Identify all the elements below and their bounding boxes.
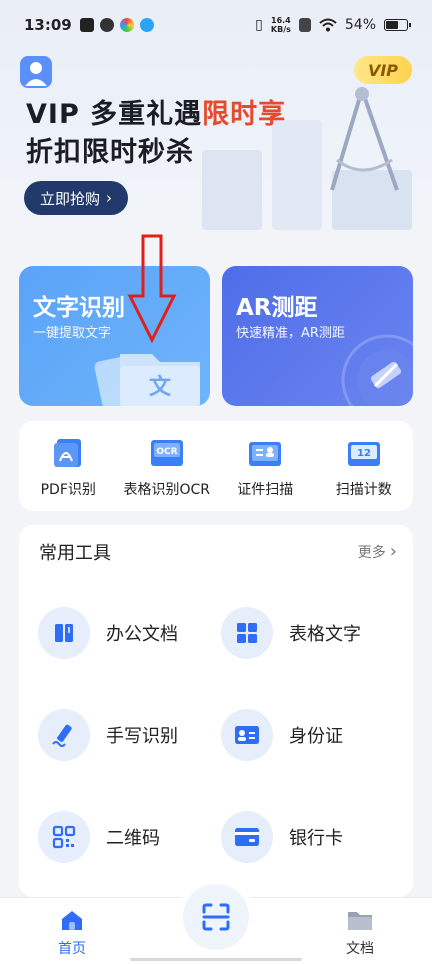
scan-icon xyxy=(202,903,230,931)
tool-qr-code[interactable]: 二维码 xyxy=(38,811,160,863)
user-avatar[interactable] xyxy=(20,56,52,88)
nav-tab-home[interactable]: 首页 xyxy=(50,908,94,958)
count-scan-icon: 12 xyxy=(347,442,380,466)
nav-label: 文档 xyxy=(346,941,374,957)
folder-icon xyxy=(348,912,372,930)
svg-text:OCR: OCR xyxy=(156,447,177,457)
quick-tool-label: 证件扫描 xyxy=(237,482,294,498)
app-notification-icon xyxy=(119,18,134,32)
card-title: AR测距 xyxy=(236,295,318,321)
quick-tool-label: 表格识别OCR xyxy=(123,482,211,498)
svg-text:12: 12 xyxy=(357,448,371,459)
office-doc-icon xyxy=(55,624,73,642)
app-notification-icon xyxy=(99,18,114,32)
tool-label: 银行卡 xyxy=(289,828,343,849)
tool-table-text[interactable]: 表格文字 xyxy=(221,607,361,659)
quick-tool-label: 扫描计数 xyxy=(335,482,392,498)
pdf-icon xyxy=(54,439,82,467)
id-scan-icon xyxy=(249,442,282,466)
home-indicator xyxy=(130,958,302,961)
notification-icons xyxy=(79,18,154,32)
id-card-icon xyxy=(235,726,259,744)
sim-icon xyxy=(298,18,311,32)
quick-tool-count-scan[interactable]: 12 扫描计数 xyxy=(315,421,414,511)
card-desc: 快速精准，AR测距 xyxy=(236,326,345,341)
more-link[interactable]: 更多 › xyxy=(358,541,397,562)
common-tools-panel: 常用工具 更多 › 办公文档 表格文字 手写识别 身份证 二维码 银行卡 xyxy=(19,525,413,897)
bank-card-icon xyxy=(235,828,259,846)
scan-button[interactable] xyxy=(183,884,249,950)
vip-badge[interactable]: VIP xyxy=(354,56,412,84)
user-icon xyxy=(25,62,47,86)
section-title: 常用工具 xyxy=(39,543,111,564)
grid-table-icon xyxy=(237,623,257,643)
vibrate-icon: ▯ xyxy=(255,17,263,33)
table-ocr-icon: OCR xyxy=(150,440,183,466)
tool-id-card[interactable]: 身份证 xyxy=(221,709,343,761)
status-bar: 13:09 ▯ 16.4 KB/s 54% xyxy=(0,0,432,50)
tool-label: 二维码 xyxy=(106,828,160,849)
buy-now-button[interactable]: 立即抢购 › xyxy=(24,181,128,215)
wifi-icon xyxy=(319,18,337,32)
hero-subtitle: 折扣限时秒杀 xyxy=(26,137,194,168)
card-title: 文字识别 xyxy=(33,295,125,321)
qr-code-icon xyxy=(52,825,76,849)
battery-percent: 54% xyxy=(344,17,376,33)
net-speed: 16.4 KB/s xyxy=(270,16,291,34)
ar-ruler-icon xyxy=(341,334,413,406)
tool-handwriting[interactable]: 手写识别 xyxy=(38,709,178,761)
chevron-right-icon: › xyxy=(106,189,112,207)
quick-tool-pdf[interactable]: PDF识别 xyxy=(19,421,118,511)
tool-label: 表格文字 xyxy=(289,624,361,645)
hero-title: VIP 多重礼遇限时享 xyxy=(26,99,287,130)
tool-label: 办公文档 xyxy=(106,624,178,645)
app-notification-icon xyxy=(139,18,154,32)
quick-tool-id-scan[interactable]: 证件扫描 xyxy=(216,421,315,511)
quick-tool-table-ocr[interactable]: OCR 表格识别OCR xyxy=(118,421,217,511)
annotation-arrow xyxy=(127,234,177,344)
home-icon xyxy=(62,911,82,930)
chevron-right-icon: › xyxy=(389,541,397,562)
tool-label: 手写识别 xyxy=(106,726,178,747)
quick-tools: PDF识别 OCR 表格识别OCR 证件扫描 12 扫描计数 xyxy=(19,421,413,511)
handwriting-icon xyxy=(52,724,72,747)
status-time: 13:09 xyxy=(24,16,72,34)
nav-tab-docs[interactable]: 文档 xyxy=(338,908,382,958)
battery-icon xyxy=(384,19,411,31)
ar-measure-card[interactable]: AR测距 快速精准，AR测距 xyxy=(222,266,413,406)
text-recognition-card[interactable]: 文字识别 一键提取文字 文 xyxy=(19,266,210,406)
svg-text:文: 文 xyxy=(149,374,172,400)
play-notification-icon xyxy=(79,18,94,32)
quick-tool-label: PDF识别 xyxy=(40,482,96,498)
nav-label: 首页 xyxy=(58,941,86,957)
tool-office-doc[interactable]: 办公文档 xyxy=(38,607,178,659)
tool-label: 身份证 xyxy=(289,726,343,747)
tool-bank-card[interactable]: 银行卡 xyxy=(221,811,343,863)
